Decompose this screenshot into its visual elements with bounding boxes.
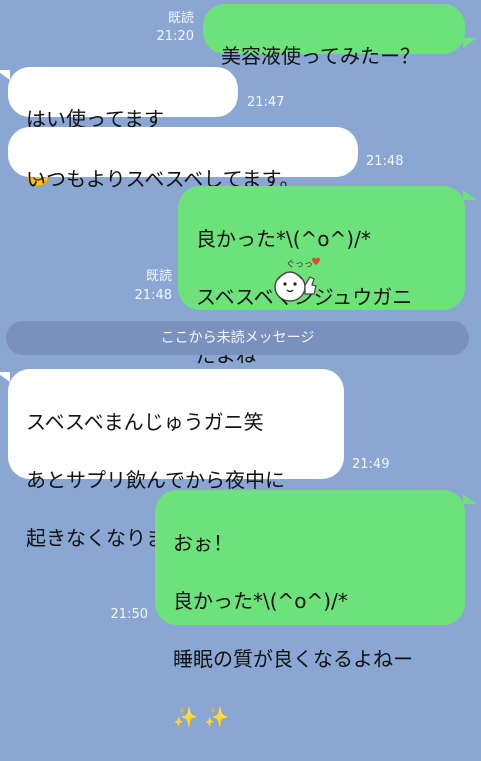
thumbs-up-character-icon: ぐっっ (266, 255, 322, 305)
message-time: 21:49 (352, 457, 390, 472)
message-time: 21:48 (134, 288, 172, 303)
message-time: 21:20 (156, 29, 194, 44)
read-receipt: 既読 (167, 11, 194, 26)
message-line: 睡眠の質が良くなるよねー (173, 647, 413, 671)
message-bubble-outgoing[interactable]: おぉ！ 良かった*\(^o^)/* 睡眠の質が良くなるよねー ✨ ✨ (155, 490, 465, 729)
unread-divider: ここから未読メッセージ (6, 321, 469, 355)
bubble-tail (0, 70, 10, 80)
bubble-tail (0, 372, 10, 382)
bubble-tail (463, 190, 477, 200)
message-bubble-incoming[interactable]: いつもよりスベスベしてます。 (8, 127, 358, 191)
bubble-tail (463, 38, 477, 48)
bubble-tail (463, 494, 477, 504)
message-line: スベスベまんじゅうガニ笑 (26, 410, 264, 434)
message-bubble-incoming[interactable]: スベスベまんじゅうガニ笑 あとサプリ飲んでから夜中に 起きなくなりました。 (8, 369, 344, 550)
message-time: 21:50 (110, 607, 148, 622)
message-time: 21:48 (366, 154, 404, 169)
message-line: 良かった*\(^o^)/* (173, 589, 348, 613)
message-line: 良かった*\(^o^)/* (196, 227, 371, 251)
svg-text:ぐっっ: ぐっっ (286, 260, 313, 270)
message-bubble-outgoing[interactable]: 美容液使ってみたー？ (203, 4, 465, 68)
sparkles-icon: ✨ ✨ (173, 705, 230, 729)
message-time: 21:47 (247, 95, 285, 110)
message-line: おぉ！ (173, 531, 233, 555)
message-bubble-incoming[interactable]: はい使ってます (8, 67, 238, 187)
read-receipt: 既読 (145, 269, 172, 284)
message-text: 美容液使ってみたー？ (221, 44, 420, 68)
